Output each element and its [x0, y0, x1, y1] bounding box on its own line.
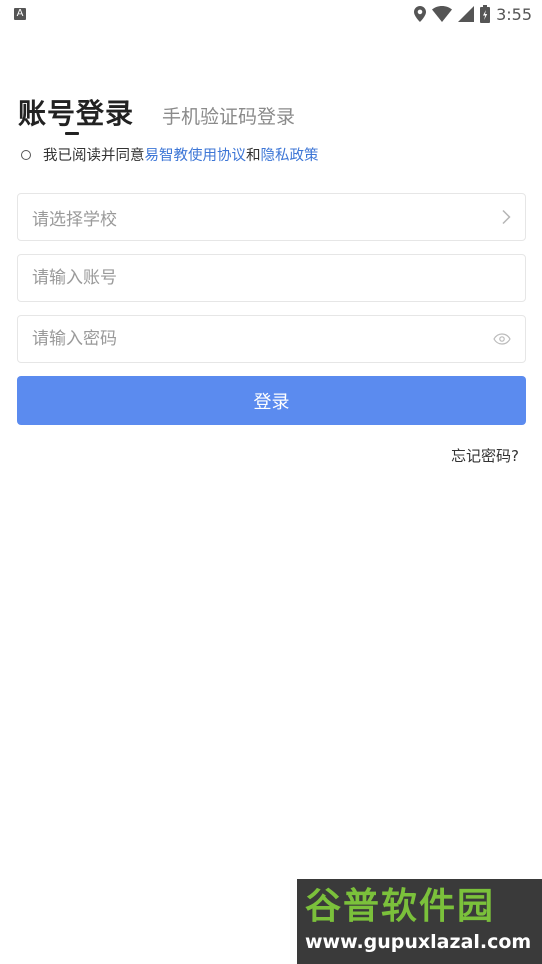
eye-icon[interactable] — [493, 333, 511, 345]
terms-of-use-link[interactable]: 易智教使用协议 — [145, 144, 247, 165]
status-bar: A 3:55 — [0, 0, 542, 28]
agreement-radio[interactable] — [21, 149, 31, 160]
tab-sms-login[interactable]: 手机验证码登录 — [162, 102, 295, 129]
account-input[interactable] — [32, 268, 511, 288]
wifi-icon — [432, 6, 453, 22]
agreement-row: 我已阅读并同意 易智教使用协议 和 隐私政策 — [21, 144, 319, 165]
agreement-middle: 和 — [246, 148, 261, 164]
status-left: A — [14, 8, 26, 20]
privacy-policy-link[interactable]: 隐私政策 — [261, 144, 319, 165]
forgot-password-link[interactable]: 忘记密码? — [451, 445, 519, 466]
location-icon — [414, 6, 427, 22]
account-field[interactable] — [17, 254, 526, 302]
school-select-placeholder: 请选择学校 — [32, 209, 117, 230]
notification-a-icon: A — [14, 8, 26, 20]
status-time: 3:55 — [496, 4, 532, 24]
login-button[interactable]: 登录 — [17, 376, 526, 425]
login-tabs: 账号登录 手机验证码登录 — [18, 92, 295, 135]
cellular-signal-icon — [458, 6, 475, 22]
watermark: 谷普软件园 www.gupuxlazal.com — [297, 879, 542, 964]
password-field[interactable] — [17, 315, 526, 363]
battery-icon — [480, 5, 491, 23]
tab-account-login[interactable]: 账号登录 — [18, 92, 135, 135]
password-input[interactable] — [32, 329, 493, 349]
chevron-right-icon — [502, 209, 511, 225]
watermark-brand: 谷普软件园 — [305, 886, 496, 927]
school-select[interactable]: 请选择学校 — [17, 193, 526, 241]
tab-active-indicator — [65, 132, 79, 135]
tab-account-login-label: 账号登录 — [18, 97, 135, 130]
agreement-prefix: 我已阅读并同意 — [43, 148, 145, 164]
status-right: 3:55 — [414, 5, 532, 24]
watermark-url: www.gupuxlazal.com — [305, 931, 532, 953]
